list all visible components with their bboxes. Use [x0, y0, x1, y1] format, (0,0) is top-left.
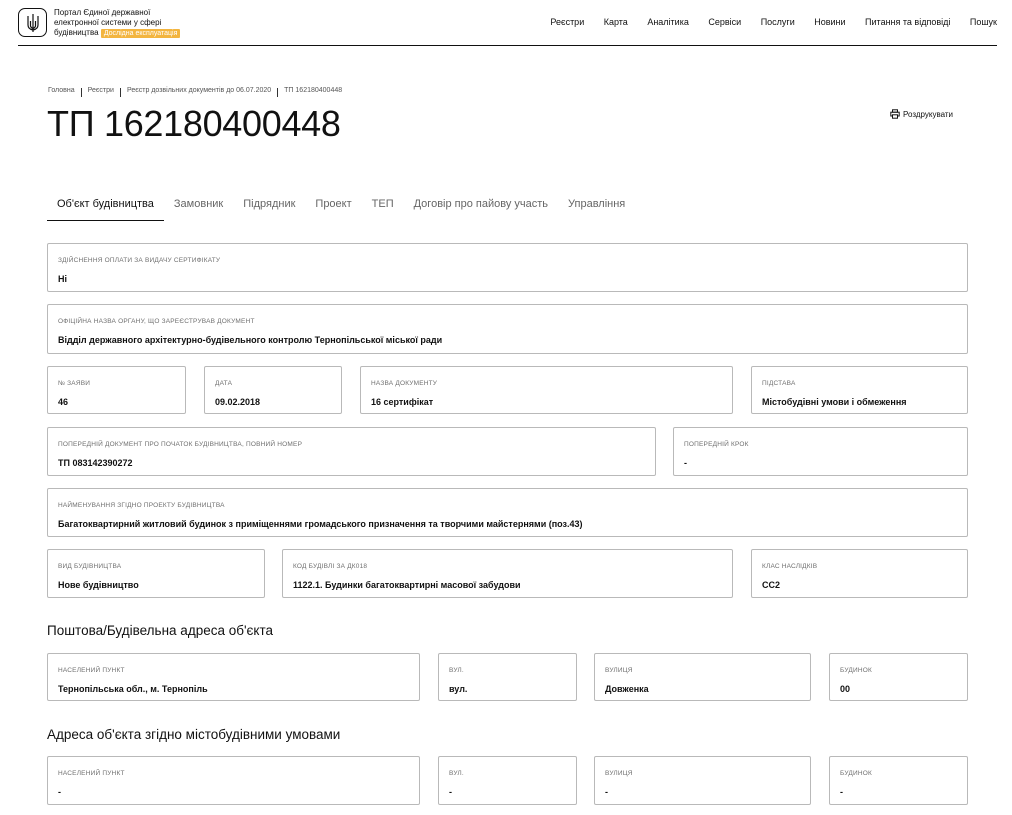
breadcrumb-registries[interactable]: Реєстри: [88, 87, 114, 94]
field-document-name: Назва документу 16 сертифікат: [360, 366, 733, 414]
breadcrumb-permit-registry[interactable]: Реєстр дозвільних документів до 06.07.20…: [127, 87, 271, 94]
field-label: Клас наслідків: [762, 563, 818, 570]
field-postal-street-type: Вул. вул.: [438, 653, 577, 701]
field-label: Будинок: [840, 667, 872, 674]
field-value: Довженка: [605, 684, 649, 694]
field-label: Населений пункт: [58, 667, 125, 674]
field-postal-house: Будинок 00: [829, 653, 968, 701]
field-label: Попередній документ про початок будівниц…: [58, 441, 303, 448]
field-value: 00: [840, 684, 851, 694]
field-consequence-class: Клас наслідків СС2: [751, 549, 968, 598]
breadcrumb: Головна Реєстри Реєстр дозвільних докуме…: [48, 86, 343, 97]
breadcrumb-current: ТП 162180400448: [284, 87, 343, 94]
field-planning-street: Вулиця -: [594, 756, 811, 805]
tab-customer[interactable]: Замовник: [164, 194, 233, 221]
field-label: Код будівлі за ДК018: [293, 563, 368, 570]
field-label: Назва документу: [371, 380, 438, 387]
field-label: Попередній крок: [684, 441, 749, 448]
field-previous-step: Попередній крок -: [673, 427, 968, 476]
field-label: Підстава: [762, 380, 796, 387]
nav-public-services[interactable]: Послуги: [761, 17, 795, 27]
tab-construction-object[interactable]: Об'єкт будівництва: [47, 194, 164, 221]
postal-address-heading: Поштова/Будівельна адреса об'єкта: [47, 623, 274, 638]
field-construction-type: Вид будівництва Нове будівництво: [47, 549, 265, 598]
nav-map[interactable]: Карта: [604, 17, 628, 27]
tab-bar: Об'єкт будівництва Замовник Підрядник Пр…: [47, 194, 635, 221]
field-value: Відділ державного архітектурно-будівельн…: [58, 335, 443, 345]
field-value: 09.02.2018: [215, 397, 261, 407]
field-value: вул.: [449, 684, 468, 694]
field-label: Найменування згідно проекту будівництва: [58, 502, 225, 509]
trident-icon: [26, 13, 39, 32]
field-value: -: [605, 787, 608, 797]
field-value: Тернопільська обл., м. Тернопіль: [58, 684, 208, 694]
tab-equity-agreement[interactable]: Договір про пайову участь: [404, 194, 558, 221]
breadcrumb-separator: [119, 88, 121, 97]
nav-news[interactable]: Новини: [814, 17, 845, 27]
trident-logo-icon[interactable]: [18, 8, 47, 37]
page-title: ТП 162180400448: [47, 103, 341, 144]
field-label: Дата: [215, 380, 233, 387]
nav-search[interactable]: Пошук: [970, 17, 997, 27]
print-label: Роздрукувати: [903, 109, 954, 119]
field-label: Офіційна назва органу, що зареєстрував д…: [58, 318, 255, 325]
field-value: 16 сертифікат: [371, 397, 434, 407]
main-nav: Реєстри Карта Аналітика Сервіси Послуги …: [531, 17, 997, 27]
field-label: Вид будівництва: [58, 563, 122, 570]
field-authority: Офіційна назва органу, що зареєстрував д…: [47, 304, 968, 354]
brand-line-1: Портал Єдиної державної: [54, 8, 151, 17]
field-basis: Підстава Містобудівні умови і обмеження: [751, 366, 968, 414]
field-payment: Здійснення оплати за видачу сертифікату …: [47, 243, 968, 292]
field-value: Ні: [58, 274, 67, 284]
field-planning-locality: Населений пункт -: [47, 756, 420, 805]
field-value: Нове будівництво: [58, 580, 139, 590]
field-value: ТП 083142390272: [58, 458, 133, 468]
breadcrumb-separator: [80, 88, 82, 97]
field-application-number: № заяви 46: [47, 366, 186, 414]
tab-contractor[interactable]: Підрядник: [233, 194, 305, 221]
field-value: -: [840, 787, 843, 797]
field-previous-document: Попередній документ про початок будівниц…: [47, 427, 656, 476]
field-label: Вул.: [449, 770, 464, 777]
field-label: Населений пункт: [58, 770, 125, 777]
field-value: -: [449, 787, 452, 797]
field-postal-locality: Населений пункт Тернопільська обл., м. Т…: [47, 653, 420, 701]
field-label: Будинок: [840, 770, 872, 777]
field-postal-street: Вулиця Довженка: [594, 653, 811, 701]
tab-management[interactable]: Управління: [558, 194, 635, 221]
portal-brand[interactable]: Портал Єдиної державної електронної сист…: [54, 8, 204, 38]
field-value: 1122.1. Будинки багатоквартирні масової …: [293, 580, 521, 590]
field-value: Містобудівні умови і обмеження: [762, 397, 907, 407]
field-project-name: Найменування згідно проекту будівництва …: [47, 488, 968, 537]
nav-analytics[interactable]: Аналітика: [647, 17, 689, 27]
nav-services[interactable]: Сервіси: [708, 17, 741, 27]
field-planning-house: Будинок -: [829, 756, 968, 805]
field-label: Вул.: [449, 667, 464, 674]
field-value: 46: [58, 397, 69, 407]
field-planning-street-type: Вул. -: [438, 756, 577, 805]
print-button[interactable]: Роздрукувати: [890, 109, 953, 119]
breadcrumb-home[interactable]: Головна: [48, 87, 75, 94]
field-value: Багатоквартирний житловий будинок з прим…: [58, 519, 583, 529]
field-date: Дата 09.02.2018: [204, 366, 342, 414]
field-label: Вулиця: [605, 667, 633, 674]
field-value: -: [684, 458, 687, 468]
tab-tep[interactable]: ТЕП: [362, 194, 404, 221]
brand-line-3: будівництва: [54, 28, 99, 37]
field-label: Здійснення оплати за видачу сертифікату: [58, 257, 221, 264]
nav-registries[interactable]: Реєстри: [550, 17, 584, 27]
breadcrumb-separator: [277, 88, 279, 97]
planning-address-heading: Адреса об'єкта згідно містобудівними умо…: [47, 727, 341, 742]
field-value: -: [58, 787, 61, 797]
tab-project[interactable]: Проект: [305, 194, 361, 221]
printer-icon: [890, 109, 900, 119]
beta-badge: Дослідна експлуатація: [100, 29, 181, 38]
field-value: СС2: [762, 580, 781, 590]
field-building-code: Код будівлі за ДК018 1122.1. Будинки баг…: [282, 549, 733, 598]
field-label: Вулиця: [605, 770, 633, 777]
site-header: Портал Єдиної державної електронної сист…: [18, 0, 997, 46]
field-label: № заяви: [58, 380, 91, 387]
brand-line-2: електронної системи у сфері: [54, 18, 162, 27]
nav-faq[interactable]: Питання та відповіді: [865, 17, 950, 27]
